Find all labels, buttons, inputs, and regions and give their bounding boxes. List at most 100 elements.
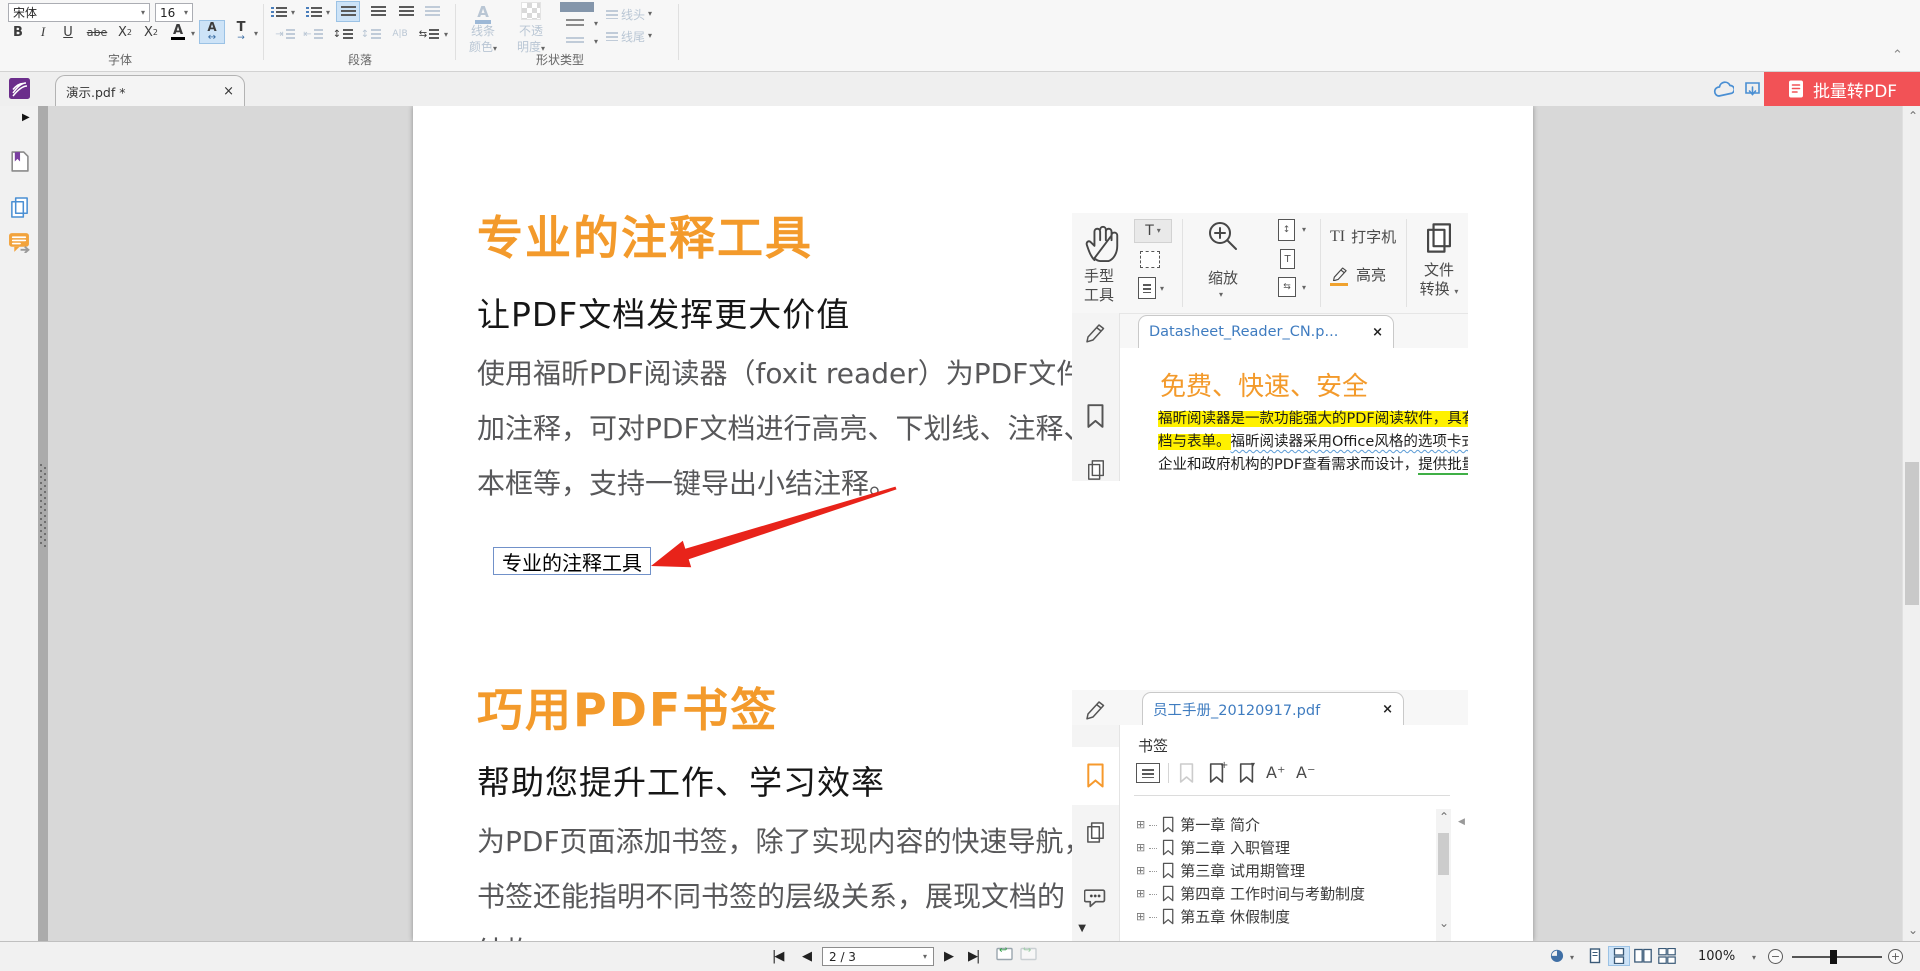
close-icon[interactable]: × [223,84,234,99]
bookmark-item[interactable]: ⊞ 第三章 试用期管理 [1136,859,1365,882]
superscript-button[interactable]: X2 [114,22,136,42]
facing-view-button[interactable] [1632,946,1654,966]
last-page-button[interactable]: ▶| [968,949,978,964]
zoom-in-button[interactable]: + [1888,949,1903,964]
expand-panel-icon[interactable]: ▶ [22,112,30,123]
single-page-view-button[interactable] [1584,946,1606,966]
splitter-handle[interactable] [40,464,46,548]
cloud-icon[interactable] [1712,81,1734,99]
font-color-button[interactable]: A [166,20,190,44]
paragraph-spacing-button[interactable]: ↕ [358,25,384,43]
expand-text-icon: A⁺ [1266,763,1285,782]
annotation-text-box[interactable]: 专业的注释工具 [493,547,651,575]
chevron-down-icon: ▾ [141,9,145,17]
shot2-scrollbar[interactable]: ⌃ ⌄ [1436,809,1451,941]
font-family-select[interactable]: 宋体 ▾ [8,3,150,22]
tree-expand-icon: ⊞ [1136,819,1145,830]
italic-button[interactable]: I [33,22,53,42]
highlighted-text: 档与表单。 [1158,434,1231,450]
text-flow-button[interactable]: ⇆ [416,25,442,43]
chevron-down-icon: ▾ [1302,284,1306,292]
zoom-slider-handle[interactable] [1830,950,1837,964]
opacity-icon [521,2,541,20]
chevron-down-icon: ▾ [1160,285,1164,293]
scroll-up-icon[interactable]: ⌃ [1908,110,1918,122]
bold-button[interactable]: B [8,22,28,42]
opacity-button[interactable]: 不透 明度▾ [510,2,552,55]
chevron-down-icon: ▾ [1219,291,1223,299]
bookmark-item[interactable]: ⊞ 第一章 简介 [1136,813,1365,836]
reading-mode-button[interactable]: ◕ [1550,947,1564,963]
zoom-level-value[interactable]: 100% [1698,949,1735,964]
scroll-down-icon[interactable]: ⌄ [1908,924,1918,936]
chevron-down-icon: ▾ [254,30,258,38]
first-page-button[interactable]: |◀ [772,949,782,964]
batch-convert-pdf-button[interactable]: 批量转PDF [1764,72,1920,106]
shot1-sidebar [1072,313,1120,481]
vertical-scrollbar[interactable]: ⌃ ⌄ [1902,106,1920,941]
text-direction-button[interactable]: T → [230,20,252,44]
align-justify-button[interactable] [420,1,444,22]
previous-page-button[interactable]: ◀ [802,949,810,964]
bookmark-item[interactable]: ⊞ 第四章 工作时间与考勤制度 [1136,882,1365,905]
subscript-button[interactable]: X2 [140,22,162,42]
page-number-input[interactable]: 2 / 3 ▾ [822,947,934,966]
fit-page-icon: ↕ [1278,219,1295,241]
group-label-shape: 形状类型 [450,51,670,68]
next-view-button[interactable]: ↩ [1020,946,1037,966]
pages-panel-icon[interactable] [9,196,30,219]
line-spacing-button[interactable]: ↕ [330,25,356,43]
align-right-button[interactable] [394,1,418,22]
bookmark-item[interactable]: ⊞ 第五章 休假制度 [1136,905,1365,928]
scroll-down-icon[interactable]: ⌄ [1439,917,1449,929]
section2-body: 为PDF页面添加书签，除了实现内容的快速导航， 书签还能指明不同书签的层级关系，… [477,814,1092,941]
comments-panel-icon[interactable] [8,232,30,253]
scroll-thumb[interactable] [1438,833,1449,875]
pages-icon [1086,459,1106,481]
line-head-button[interactable]: 线头▾ [606,6,668,22]
scroll-thumb[interactable] [1905,462,1919,605]
next-page-button[interactable]: ▶ [944,949,952,964]
rotate-pages-icon: ⇆ [1278,277,1296,297]
screenshot-bookmarks-panel: 员工手册_20120917.pdf × ▶ 书签 [1072,690,1468,941]
import-download-icon[interactable] [1744,81,1762,97]
text-select-tool: T▾ [1134,219,1172,243]
numbered-list-button[interactable] [303,3,325,21]
group-divider [678,4,679,60]
bookmark-tab-active [1072,747,1119,805]
align-left-button[interactable] [336,1,360,22]
strikethrough-button[interactable]: abe [82,22,112,42]
zoom-slider-track[interactable] [1792,956,1882,958]
document-canvas: 专业的注释工具 让PDF文档发挥更大价值 使用福昕PDF阅读器（foxit re… [48,106,1902,941]
indent-less-button[interactable]: ⇤ [300,25,326,43]
collapse-ribbon-button[interactable]: ⌃ [1892,48,1903,63]
scroll-up-icon[interactable]: ⌃ [1439,811,1449,823]
continuous-view-button[interactable] [1608,946,1630,966]
section2-title: 巧用PDF书签 [477,674,778,740]
line-color-button[interactable]: A 线条 颜色▾ [462,2,504,55]
char-spacing-button[interactable]: A ↔ [199,20,225,44]
line-tail-button[interactable]: 线尾▾ [606,28,668,44]
foxit-logo-icon[interactable] [9,78,30,99]
previous-view-button[interactable]: ↩ [996,946,1013,966]
squiggly-underline-text: 福昕阅读器采用Office风格的选项卡式工 [1231,434,1469,450]
shot1-heading: 免费、快速、安全 [1160,366,1368,403]
document-tab[interactable]: 演示.pdf * × [55,75,245,106]
fill-color-swatch[interactable] [560,2,594,12]
align-center-button[interactable] [366,1,390,22]
line-style-button[interactable] [560,16,590,30]
chevron-down-icon: ▾ [594,38,598,46]
char-width-button[interactable]: A|B [386,25,414,43]
continuous-facing-view-button[interactable] [1656,946,1678,966]
panel-splitter[interactable] [38,106,48,941]
bookmark-item[interactable]: ⊞ 第二章 入职管理 [1136,836,1365,859]
dash-style-button[interactable] [560,34,590,48]
bullet-list-button[interactable] [268,3,290,21]
collapse-panel-icon: ◀ [1458,817,1465,827]
underline-button[interactable]: U [58,22,78,42]
zoom-out-button[interactable]: − [1768,949,1783,964]
shot1-toolbar: 手型工具 T▾ ▾ 缩放 ▾ ↕ ▾ T ⇆ ▾ [1072,213,1468,314]
bookmark-panel-icon[interactable] [9,150,29,172]
red-arrow-annotation[interactable] [641,478,903,578]
indent-more-button[interactable]: ⇥ [272,25,298,43]
